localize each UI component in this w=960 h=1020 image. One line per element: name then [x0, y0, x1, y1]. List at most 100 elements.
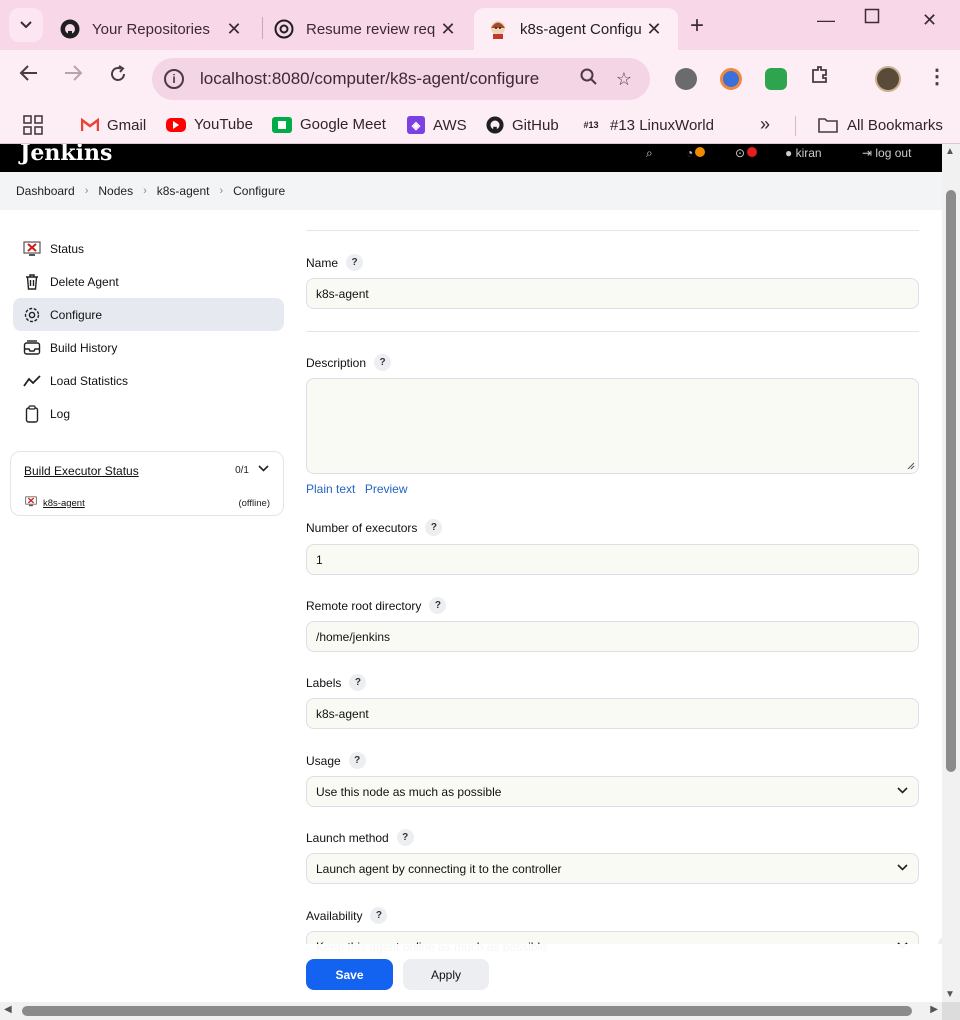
- bookmark-gmail[interactable]: Gmail: [81, 116, 146, 134]
- resize-grip-icon[interactable]: [907, 462, 915, 470]
- sidebar-item-log[interactable]: Log: [13, 397, 284, 430]
- sidebar-item-load-statistics[interactable]: Load Statistics: [13, 364, 284, 397]
- profile-avatar[interactable]: [875, 66, 901, 92]
- forward-icon[interactable]: [63, 64, 83, 88]
- usage-select[interactable]: Use this node as much as possible: [306, 776, 919, 807]
- bookmark-google-meet[interactable]: Google Meet: [272, 116, 386, 133]
- browser-tab-repositories[interactable]: Your Repositories ✕: [46, 8, 258, 50]
- close-tab-icon[interactable]: ✕: [438, 19, 458, 40]
- chevron-down-icon[interactable]: [258, 461, 269, 475]
- search-icon[interactable]: ⌕: [646, 146, 653, 161]
- sidebar-item-configure[interactable]: Configure: [13, 298, 284, 331]
- extension-icon[interactable]: [720, 68, 742, 90]
- user-link[interactable]: ● kiran: [785, 146, 822, 160]
- horizontal-scroll-thumb[interactable]: [22, 1006, 912, 1016]
- sidebar-item-build-history[interactable]: Build History: [13, 331, 284, 364]
- breadcrumb-nodes[interactable]: Nodes: [98, 184, 133, 198]
- gear-icon: [23, 306, 41, 324]
- site-info-icon[interactable]: i: [164, 69, 184, 89]
- help-icon[interactable]: ?: [370, 907, 388, 924]
- help-icon[interactable]: ?: [374, 354, 392, 371]
- bookmark-github[interactable]: GitHub: [486, 116, 559, 134]
- jenkins-logo[interactable]: Jenkins: [20, 144, 112, 166]
- executor-count: 0/1: [235, 465, 249, 476]
- new-tab-button[interactable]: +: [690, 12, 704, 40]
- horizontal-scrollbar[interactable]: ◀ ▶: [0, 1002, 942, 1020]
- breadcrumb-dashboard[interactable]: Dashboard: [16, 184, 75, 198]
- bookmark-label: GitHub: [512, 116, 559, 134]
- description-textarea[interactable]: [306, 378, 919, 474]
- usage-label-text: Usage: [306, 753, 341, 768]
- labels-label-text: Labels: [306, 675, 342, 690]
- youtube-icon: [166, 117, 186, 132]
- minimize-icon[interactable]: —: [817, 10, 835, 31]
- close-tab-icon[interactable]: ✕: [644, 19, 664, 40]
- browser-tab-configure[interactable]: k8s-agent Configu ✕: [474, 8, 678, 50]
- chevron-down-icon: [897, 787, 908, 794]
- remote-root-field[interactable]: /home/jenkins: [306, 621, 919, 652]
- tab-search-button[interactable]: [9, 8, 43, 42]
- executor-agent-status: (offline): [238, 497, 270, 509]
- save-button[interactable]: Save: [306, 959, 393, 990]
- executors-field[interactable]: 1: [306, 544, 919, 575]
- security-icon[interactable]: ⊙: [735, 146, 758, 160]
- executor-status-title[interactable]: Build Executor Status: [24, 464, 139, 478]
- sidebar-item-status[interactable]: Status: [13, 232, 284, 265]
- url-text[interactable]: localhost:8080/computer/k8s-agent/config…: [200, 69, 580, 89]
- reload-icon[interactable]: [108, 64, 128, 90]
- bookmark-label: All Bookmarks: [847, 116, 943, 134]
- vertical-scroll-thumb[interactable]: [946, 190, 956, 772]
- preview-link[interactable]: Preview: [365, 482, 408, 496]
- extension-icon[interactable]: [675, 68, 697, 90]
- more-bookmarks-button[interactable]: »: [760, 114, 770, 135]
- availability-label: Availability ?: [306, 907, 388, 924]
- address-bar[interactable]: i localhost:8080/computer/k8s-agent/conf…: [152, 58, 650, 100]
- launch-method-select[interactable]: Launch agent by connecting it to the con…: [306, 853, 919, 884]
- sidebar-item-label: Build History: [50, 340, 118, 355]
- apply-button[interactable]: Apply: [403, 959, 489, 990]
- bookmark-youtube[interactable]: YouTube: [166, 116, 253, 133]
- help-icon[interactable]: ?: [349, 674, 367, 691]
- bookmark-aws[interactable]: ◈ AWS: [407, 116, 467, 134]
- name-field[interactable]: k8s-agent: [306, 278, 919, 309]
- scroll-left-icon[interactable]: ◀: [4, 1004, 12, 1015]
- bookmark-star-icon[interactable]: ☆: [616, 69, 632, 90]
- breadcrumb-agent[interactable]: k8s-agent: [157, 184, 210, 198]
- notifications-icon[interactable]: ◔: [686, 146, 706, 160]
- browser-menu-icon[interactable]: ⋮: [927, 64, 947, 89]
- labels-field[interactable]: k8s-agent: [306, 698, 919, 729]
- back-icon[interactable]: [19, 64, 39, 88]
- executor-agent-link[interactable]: k8s-agent: [43, 498, 238, 509]
- breadcrumb-configure[interactable]: Configure: [233, 184, 285, 198]
- tab-title: Your Repositories: [92, 20, 210, 38]
- help-icon[interactable]: ?: [348, 752, 366, 769]
- computer-offline-icon: [25, 496, 37, 510]
- chevron-down-icon: [20, 21, 32, 29]
- close-tab-icon[interactable]: ✕: [224, 19, 244, 40]
- extensions-puzzle-icon[interactable]: [810, 64, 830, 90]
- name-label-text: Name: [306, 255, 339, 270]
- remote-root-label-text: Remote root directory: [306, 598, 422, 613]
- bookmark-linuxworld[interactable]: #13 #13 LinuxWorld: [580, 116, 713, 134]
- browser-tab-resume[interactable]: Resume review req ✕: [260, 8, 472, 50]
- help-icon[interactable]: ?: [429, 597, 447, 614]
- logout-link[interactable]: ⇥ log out: [862, 146, 911, 160]
- scroll-right-icon[interactable]: ▶: [930, 1004, 938, 1015]
- sidebar-item-delete-agent[interactable]: Delete Agent: [13, 265, 284, 298]
- trash-icon: [23, 273, 41, 291]
- close-window-icon[interactable]: ✕: [922, 10, 937, 31]
- zoom-search-icon[interactable]: [580, 68, 598, 91]
- apps-grid-icon[interactable]: [23, 115, 43, 135]
- scroll-up-icon[interactable]: ▲: [945, 146, 955, 157]
- vertical-scrollbar[interactable]: ▲ ▼: [942, 144, 960, 1002]
- help-icon[interactable]: ?: [346, 254, 364, 271]
- scroll-down-icon[interactable]: ▼: [945, 989, 955, 1000]
- extension-icon[interactable]: [765, 68, 787, 90]
- all-bookmarks-button[interactable]: All Bookmarks: [817, 116, 943, 134]
- name-label: Name ?: [306, 254, 364, 271]
- help-icon[interactable]: ?: [425, 519, 443, 536]
- folder-icon: [817, 116, 839, 134]
- help-icon[interactable]: ?: [396, 829, 414, 846]
- maximize-icon[interactable]: [864, 8, 880, 29]
- google-meet-icon: [272, 116, 292, 133]
